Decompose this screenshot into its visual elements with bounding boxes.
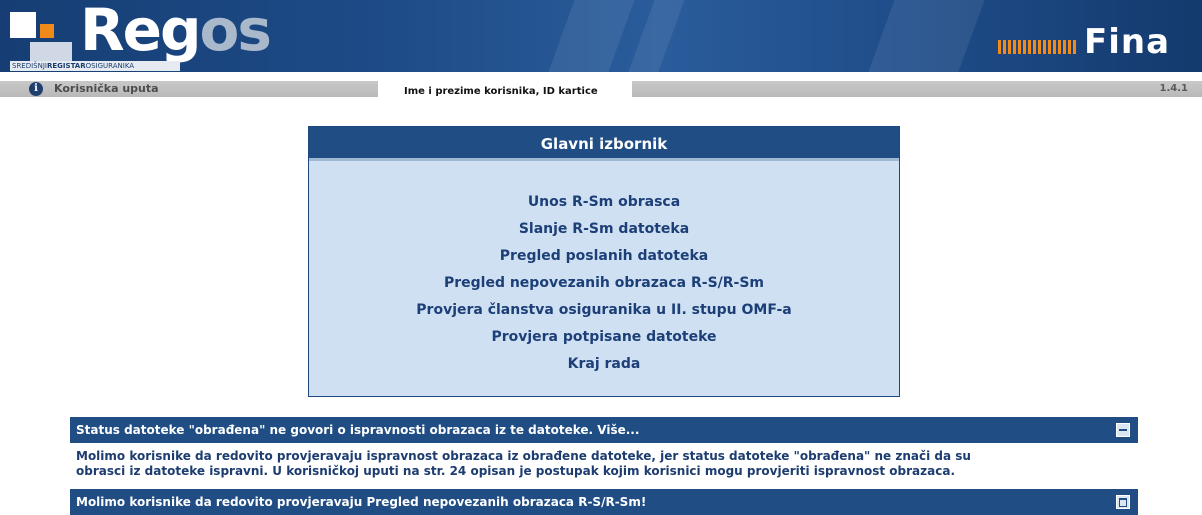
menu-item-provjera-potpisane[interactable]: Provjera potpisane datoteke xyxy=(309,324,899,351)
version-label: 1.4.1 xyxy=(1159,83,1188,94)
fina-logo-text: Fina xyxy=(1084,22,1171,62)
regos-logo-text: Regos xyxy=(80,0,272,64)
notice-header-unlinked[interactable]: Molimo korisnike da redovito provjeravaj… xyxy=(70,489,1138,515)
regos-logo: Regos SREDIŠNJIREGISTAROSIGURANIKA xyxy=(10,0,274,71)
header-decoration xyxy=(541,0,639,72)
minimize-icon[interactable] xyxy=(1116,423,1130,437)
notice-header-status[interactable]: Status datoteke "obrađena" ne govori o i… xyxy=(70,417,1138,443)
header-decoration xyxy=(621,0,689,72)
notice-title[interactable]: Molimo korisnike da redovito provjeravaj… xyxy=(76,495,646,509)
user-identity: Ime i prezime korisnika, ID kartice xyxy=(378,81,632,101)
notice-body-line: obrasci iz datoteke ispravni. U korisnič… xyxy=(76,464,956,478)
notice-title[interactable]: Status datoteke "obrađena" ne govori o i… xyxy=(76,423,639,437)
regos-logo-mark xyxy=(10,12,80,68)
menu-item-kraj-rada[interactable]: Kraj rada xyxy=(309,351,899,378)
menu-item-provjera-clanstva[interactable]: Provjera članstva osiguranika u II. stup… xyxy=(309,297,899,324)
fina-logo: Fina xyxy=(998,22,1194,62)
notice-body: Molimo korisnike da redovito provjeravaj… xyxy=(70,445,1138,487)
fina-logo-bars xyxy=(998,40,1082,54)
menu-item-pregled-poslanih[interactable]: Pregled poslanih datoteka xyxy=(309,243,899,270)
notice-body-line: Molimo korisnike da redovito provjeravaj… xyxy=(76,449,971,463)
maximize-icon[interactable] xyxy=(1116,495,1130,509)
regos-logo-subtitle: SREDIŠNJIREGISTAROSIGURANIKA xyxy=(10,61,180,71)
main-menu-list: Unos R-Sm obrasca Slanje R-Sm datoteka P… xyxy=(309,161,899,378)
info-icon[interactable]: i xyxy=(29,82,43,96)
menu-item-pregled-nepovezanih[interactable]: Pregled nepovezanih obrazaca R-S/R-Sm xyxy=(309,270,899,297)
main-menu-panel: Glavni izbornik Unos R-Sm obrasca Slanje… xyxy=(308,126,900,397)
info-strip: i Korisnička uputa Ime i prezime korisni… xyxy=(0,81,1202,101)
menu-item-slanje-rsm[interactable]: Slanje R-Sm datoteka xyxy=(309,216,899,243)
info-bar: i Korisnička uputa Ime i prezime korisni… xyxy=(0,72,1202,104)
user-manual-link[interactable]: Korisnička uputa xyxy=(54,81,159,97)
header-decoration xyxy=(861,0,989,72)
header-banner: Regos SREDIŠNJIREGISTAROSIGURANIKA Fina xyxy=(0,0,1202,72)
menu-item-unos-rsm[interactable]: Unos R-Sm obrasca xyxy=(309,189,899,216)
main-menu-title: Glavni izbornik xyxy=(309,127,899,161)
